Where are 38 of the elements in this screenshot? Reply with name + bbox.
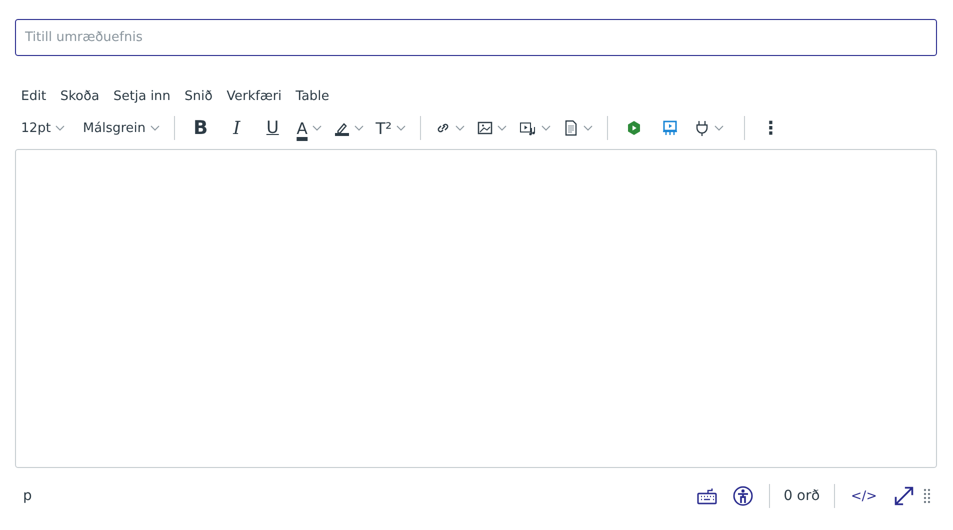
menu-item[interactable]: Edit [15, 86, 52, 106]
word-count: 0 orð [782, 488, 821, 504]
caret-icon [540, 125, 551, 131]
caret-icon [396, 125, 406, 131]
element-path: p [23, 488, 32, 504]
more-button[interactable]: ⋮ [752, 113, 789, 143]
caret-icon [496, 125, 507, 131]
expand-arrows-icon [893, 485, 915, 507]
menu-item[interactable]: Setja inn [107, 86, 177, 106]
caret-icon [54, 125, 65, 131]
superscript-button[interactable]: T² [370, 113, 412, 143]
presentation-screen-icon [662, 120, 678, 136]
caret-icon [150, 125, 160, 131]
caret-icon [354, 125, 364, 131]
underline-button[interactable]: U [254, 113, 291, 143]
font-size-dropdown[interactable]: 12pt [15, 113, 71, 143]
menu-item[interactable]: Table [290, 86, 336, 106]
block-format-dropdown[interactable]: Málsgrein [76, 113, 166, 143]
play-logo-icon [626, 120, 642, 136]
caret-icon [312, 125, 322, 131]
caret-icon [582, 125, 593, 131]
bold-button[interactable]: B [182, 113, 219, 143]
caret-icon [714, 125, 724, 131]
plug-icon [694, 120, 710, 136]
media-icon [518, 120, 537, 136]
accessibility-icon [732, 486, 753, 506]
text-color-button[interactable]: A [290, 113, 328, 143]
image-icon [476, 120, 493, 136]
title-field[interactable]: Titill umræðuefnis [15, 19, 937, 56]
keyboard-icon [696, 487, 717, 505]
html-source-button[interactable]: </> [842, 488, 885, 504]
menu-item[interactable]: Skoða [54, 86, 106, 106]
resize-handle-icon [923, 488, 931, 504]
italic-button[interactable]: I [218, 113, 255, 143]
menu-item[interactable]: Verkfæri [220, 86, 288, 106]
document-icon [562, 120, 579, 136]
menu-item[interactable]: Snið [178, 86, 219, 106]
caret-icon [454, 125, 465, 131]
